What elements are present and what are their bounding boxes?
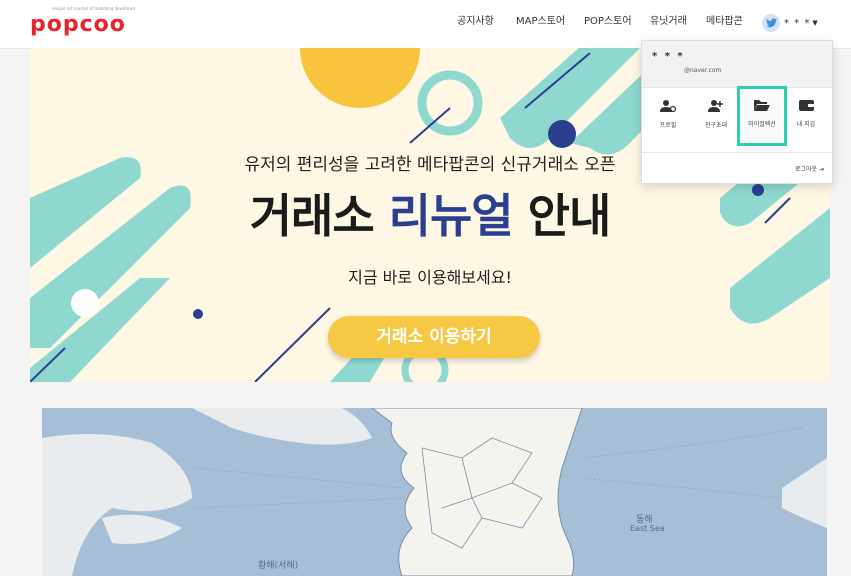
nav-map-store[interactable]: MAP스토어 xyxy=(516,15,565,29)
nav-notice[interactable]: 공지사항 xyxy=(457,15,494,29)
exchange-cta-button[interactable]: 거래소 이용하기 xyxy=(328,316,540,358)
headline-accent: 리뉴얼 xyxy=(388,189,514,243)
nav-unit-trade[interactable]: 유닛거래 xyxy=(650,15,687,29)
menu-my-wallet[interactable]: 내 지갑 xyxy=(786,91,826,141)
nav-pop-store[interactable]: POP스토어 xyxy=(584,15,632,29)
logout-label: 로그아웃 xyxy=(794,166,818,173)
dropdown-divider xyxy=(642,152,832,153)
map-label-yellow-sea: 황해(서해) xyxy=(258,561,299,571)
user-name: * * * xyxy=(784,17,811,29)
nav-metapopcorn[interactable]: 메타팝콘 xyxy=(706,15,743,29)
korea-map-graphic xyxy=(42,408,827,576)
banner-tagline: 지금 바로 이용해보세요! xyxy=(348,268,512,287)
menu-invite-friend[interactable]: 친구초대 xyxy=(696,91,736,141)
menu-profile-label: 프로필 xyxy=(659,122,677,129)
dropdown-items: 프로필 친구초대 마이컬렉션 내 지갑 xyxy=(642,86,832,146)
banner-headline: 거래소 리뉴얼 안내 xyxy=(30,188,830,244)
dropdown-user-email: @naver.com xyxy=(684,67,722,74)
headline-pre: 거래소 xyxy=(249,189,389,243)
logout-button[interactable]: 로그아웃 ⇥ xyxy=(795,164,824,173)
map-label-east-sea-en: East Sea xyxy=(630,524,665,533)
menu-invite-friend-label: 친구초대 xyxy=(704,122,728,129)
profile-icon xyxy=(660,100,676,113)
wallet-icon xyxy=(798,100,814,111)
menu-my-collection[interactable]: 마이컬렉션 xyxy=(737,86,787,146)
folder-open-icon xyxy=(754,100,770,111)
twitter-bird-icon xyxy=(765,18,777,28)
caret-down-icon: ▼ xyxy=(812,19,818,27)
dropdown-user-name: * * * xyxy=(652,51,685,62)
map-view[interactable]: 황해(서해) 동해 East Sea xyxy=(42,408,827,576)
headline-post: 안내 xyxy=(512,189,612,243)
add-friend-icon xyxy=(708,100,723,112)
dropdown-user-info: * * * @naver.com xyxy=(642,41,832,88)
avatar xyxy=(762,14,780,32)
logo-tagline: unique art market of mokdong downtown xyxy=(52,6,136,11)
menu-profile[interactable]: 프로필 xyxy=(648,91,688,141)
user-dropdown-menu: * * * @naver.com 프로필 친구초대 마이컬렉션 내 지갑 로그아… xyxy=(641,40,833,184)
logout-icon: ⇥ xyxy=(817,166,824,173)
popcoo-logo[interactable]: popcoo xyxy=(30,12,126,38)
menu-my-collection-label: 마이컬렉션 xyxy=(748,121,776,128)
user-menu-toggle[interactable]: * * * ▼ xyxy=(762,12,818,34)
menu-my-wallet-label: 내 지갑 xyxy=(796,121,816,128)
